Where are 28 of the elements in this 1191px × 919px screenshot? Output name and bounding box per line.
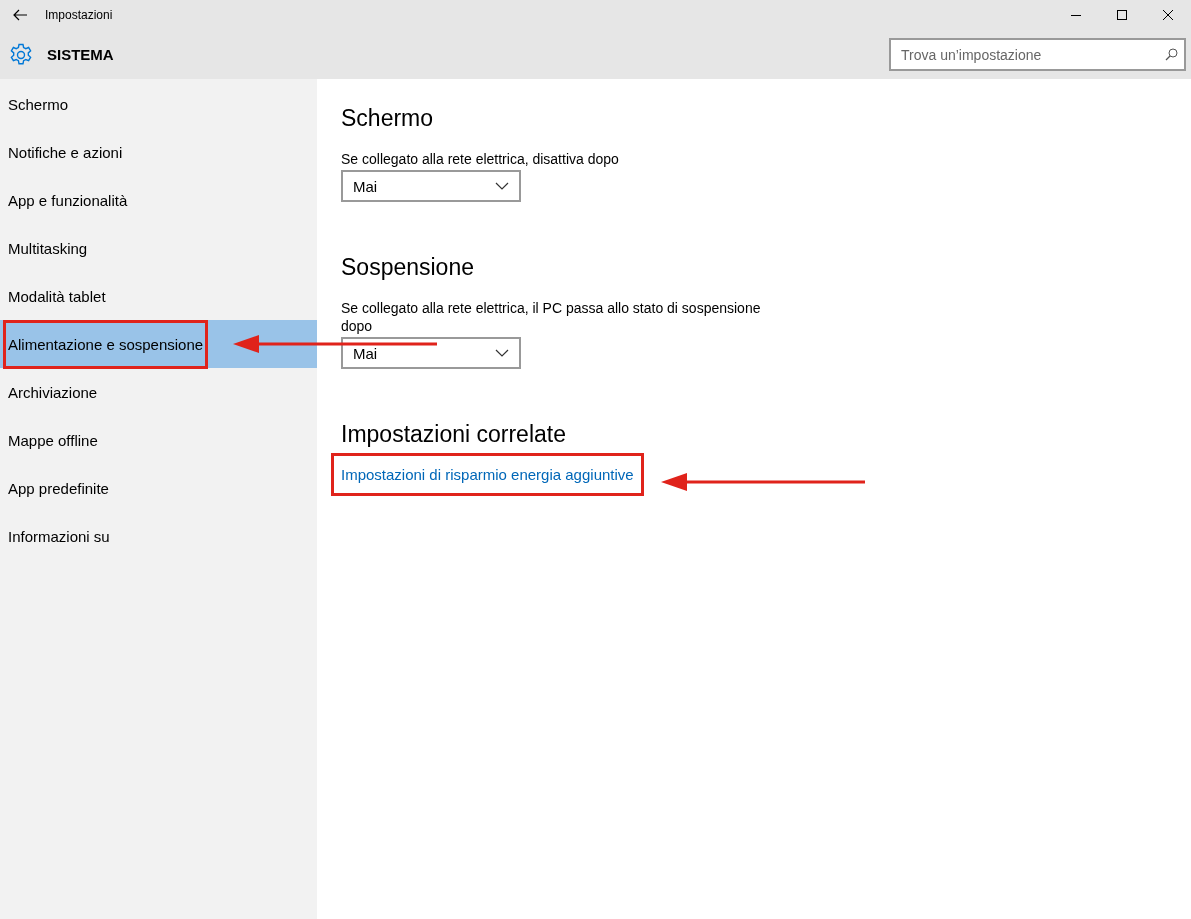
sidebar-item[interactable]: Modalità tablet	[0, 272, 317, 320]
sidebar-item[interactable]: Multitasking	[0, 224, 317, 272]
setting-label: Se collegato alla rete elettrica, disattiva dopo	[341, 150, 620, 168]
sidebar-item[interactable]: Archiviazione	[0, 368, 317, 416]
section-heading: Sospensione	[341, 254, 475, 281]
section-heading: Impostazioni correlate	[341, 421, 567, 448]
maximize-icon[interactable]	[1117, 10, 1127, 20]
sidebar-item[interactable]: App predefinite	[0, 464, 317, 512]
minimize-icon[interactable]	[1071, 14, 1081, 16]
page-title: SISTEMA	[47, 46, 115, 63]
sidebar-item[interactable]: Schermo	[0, 80, 317, 128]
sidebar-item[interactable]: Informazioni su	[0, 512, 317, 560]
section-heading: Schermo	[341, 105, 435, 132]
close-icon[interactable]	[1163, 10, 1173, 20]
search-field[interactable]: Trova un’impostazione	[889, 38, 1186, 71]
sidebar-item[interactable]: App e funzionalità	[0, 176, 317, 224]
link[interactable]: Impostazioni di risparmio energia aggiuntive	[341, 466, 634, 483]
chevron-down-icon	[495, 182, 509, 190]
window-title: Impostazioni	[45, 8, 114, 22]
setting-label: Se collegato alla rete elettrica, il PC passa allo stato di sospensione dopo	[341, 299, 762, 335]
gear-icon	[9, 42, 33, 67]
search-icon	[1165, 48, 1178, 61]
sidebar-item[interactable]: Mappe offline	[0, 416, 317, 464]
chevron-down-icon	[495, 349, 509, 357]
back-arrow-icon[interactable]	[13, 9, 27, 21]
dropdown[interactable]: Mai	[341, 337, 521, 369]
dropdown[interactable]: Mai	[341, 170, 521, 202]
sidebar-item[interactable]: Notifiche e azioni	[0, 128, 317, 176]
